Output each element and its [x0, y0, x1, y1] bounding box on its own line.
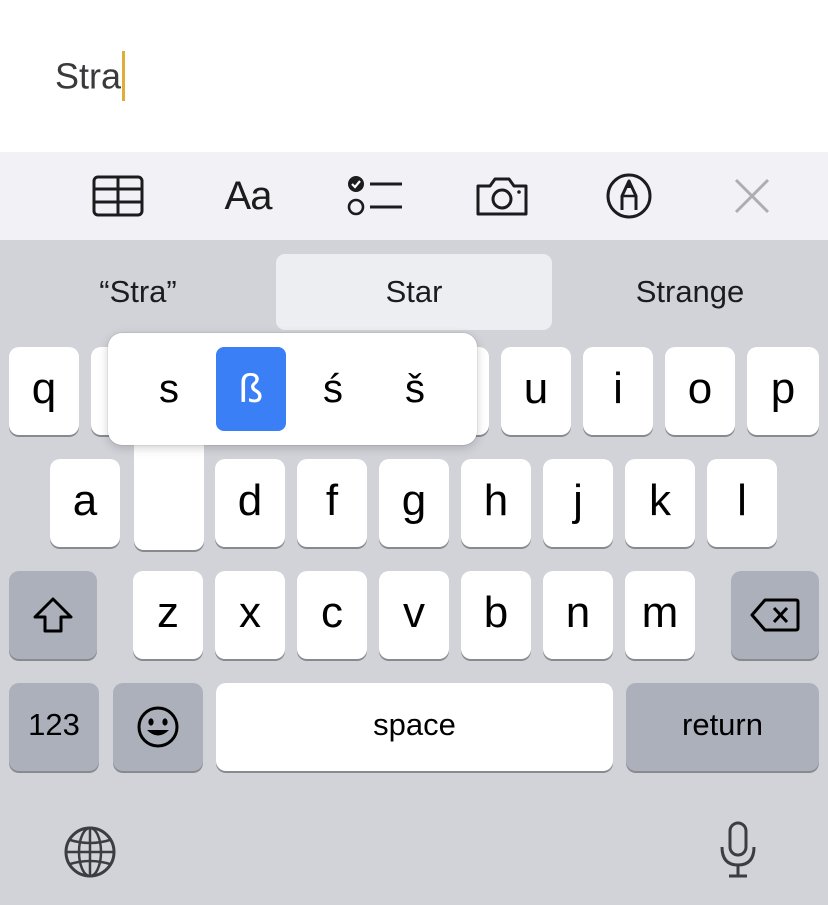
globe-icon — [64, 826, 116, 878]
suggestion-label: Star — [385, 274, 443, 309]
key-p[interactable]: p — [747, 347, 819, 435]
accent-popup-stem — [134, 436, 204, 550]
key-label: z — [157, 588, 179, 637]
note-editor[interactable]: Stra — [0, 0, 828, 152]
accent-popup: s ß ś š — [108, 333, 477, 445]
typed-text: Stra — [55, 55, 122, 97]
delete-backspace-icon — [750, 598, 800, 632]
accent-option-label: ß — [238, 366, 264, 411]
key-i[interactable]: i — [583, 347, 653, 435]
key-d[interactable]: d — [215, 459, 285, 547]
key-label: o — [687, 364, 713, 413]
emoji-key[interactable] — [113, 683, 203, 771]
key-c[interactable]: c — [297, 571, 367, 659]
key-label: l — [737, 476, 747, 525]
key-b[interactable]: b — [461, 571, 531, 659]
key-f[interactable]: f — [297, 459, 367, 547]
key-label: v — [403, 588, 425, 637]
markup-pen-icon — [606, 173, 652, 219]
table-button[interactable] — [86, 166, 150, 226]
key-label: n — [565, 588, 591, 637]
emoji-smile-icon — [137, 706, 179, 748]
camera-icon — [476, 177, 528, 216]
key-l[interactable]: l — [707, 459, 777, 547]
table-icon — [92, 175, 144, 217]
format-aa-label: Aa — [224, 173, 273, 218]
notes-toolbar: Aa — [0, 152, 828, 240]
key-v[interactable]: v — [379, 571, 449, 659]
key-a[interactable]: a — [50, 459, 120, 547]
format-button[interactable]: Aa — [216, 166, 280, 226]
accent-option-eszett[interactable]: ß — [216, 347, 286, 431]
key-h[interactable]: h — [461, 459, 531, 547]
return-key[interactable]: return — [626, 683, 819, 771]
suggestion-label: Strange — [635, 274, 745, 309]
key-n[interactable]: n — [543, 571, 613, 659]
suggestion-label: “Stra” — [99, 274, 177, 309]
text-caret — [122, 51, 126, 101]
accent-option-s-caron[interactable]: š — [380, 347, 450, 431]
key-label: a — [72, 476, 98, 525]
camera-button[interactable] — [470, 166, 534, 226]
key-j[interactable]: j — [543, 459, 613, 547]
close-toolbar-button[interactable] — [720, 166, 784, 226]
close-icon — [734, 178, 770, 214]
dictation-button[interactable] — [706, 815, 770, 885]
key-label: i — [613, 364, 623, 413]
microphone-icon — [720, 821, 756, 878]
key-label: p — [770, 364, 796, 413]
key-q[interactable]: q — [9, 347, 79, 435]
key-x[interactable]: x — [215, 571, 285, 659]
key-z[interactable]: z — [133, 571, 203, 659]
checklist-icon — [347, 176, 402, 216]
delete-key[interactable] — [731, 571, 819, 659]
note-text-line[interactable]: Stra — [55, 51, 126, 104]
key-o[interactable]: o — [665, 347, 735, 435]
suggestion-strange[interactable]: Strange — [552, 254, 828, 330]
accent-option-label: ś — [323, 366, 343, 411]
shift-key[interactable] — [9, 571, 97, 659]
accent-option-label: š — [405, 366, 425, 411]
accent-option-s[interactable]: s — [134, 347, 204, 431]
key-u[interactable]: u — [501, 347, 571, 435]
key-label: f — [325, 476, 339, 525]
suggestion-star[interactable]: Star — [276, 254, 552, 330]
key-label: 123 — [28, 707, 80, 742]
key-label: h — [483, 476, 509, 525]
key-k[interactable]: k — [625, 459, 695, 547]
key-label: x — [239, 588, 261, 637]
key-label: return — [682, 707, 763, 742]
shift-arrow-icon — [33, 597, 73, 633]
suggestion-literal[interactable]: “Stra” — [0, 254, 276, 330]
key-label: d — [237, 476, 263, 525]
key-label: m — [641, 588, 679, 637]
globe-button[interactable] — [58, 820, 122, 884]
key-m[interactable]: m — [625, 571, 695, 659]
key-label: k — [649, 476, 671, 525]
key-label: c — [321, 588, 343, 637]
key-label: u — [523, 364, 549, 413]
key-label: b — [483, 588, 509, 637]
markup-button[interactable] — [597, 166, 661, 226]
key-label: space — [373, 707, 456, 742]
accent-option-label: s — [159, 366, 179, 411]
key-label: g — [401, 476, 427, 525]
numbers-key[interactable]: 123 — [9, 683, 99, 771]
key-label: q — [31, 364, 57, 413]
checklist-button[interactable] — [343, 166, 407, 226]
accent-option-s-acute[interactable]: ś — [298, 347, 368, 431]
key-g[interactable]: g — [379, 459, 449, 547]
space-key[interactable]: space — [216, 683, 613, 771]
key-label: j — [573, 476, 583, 525]
